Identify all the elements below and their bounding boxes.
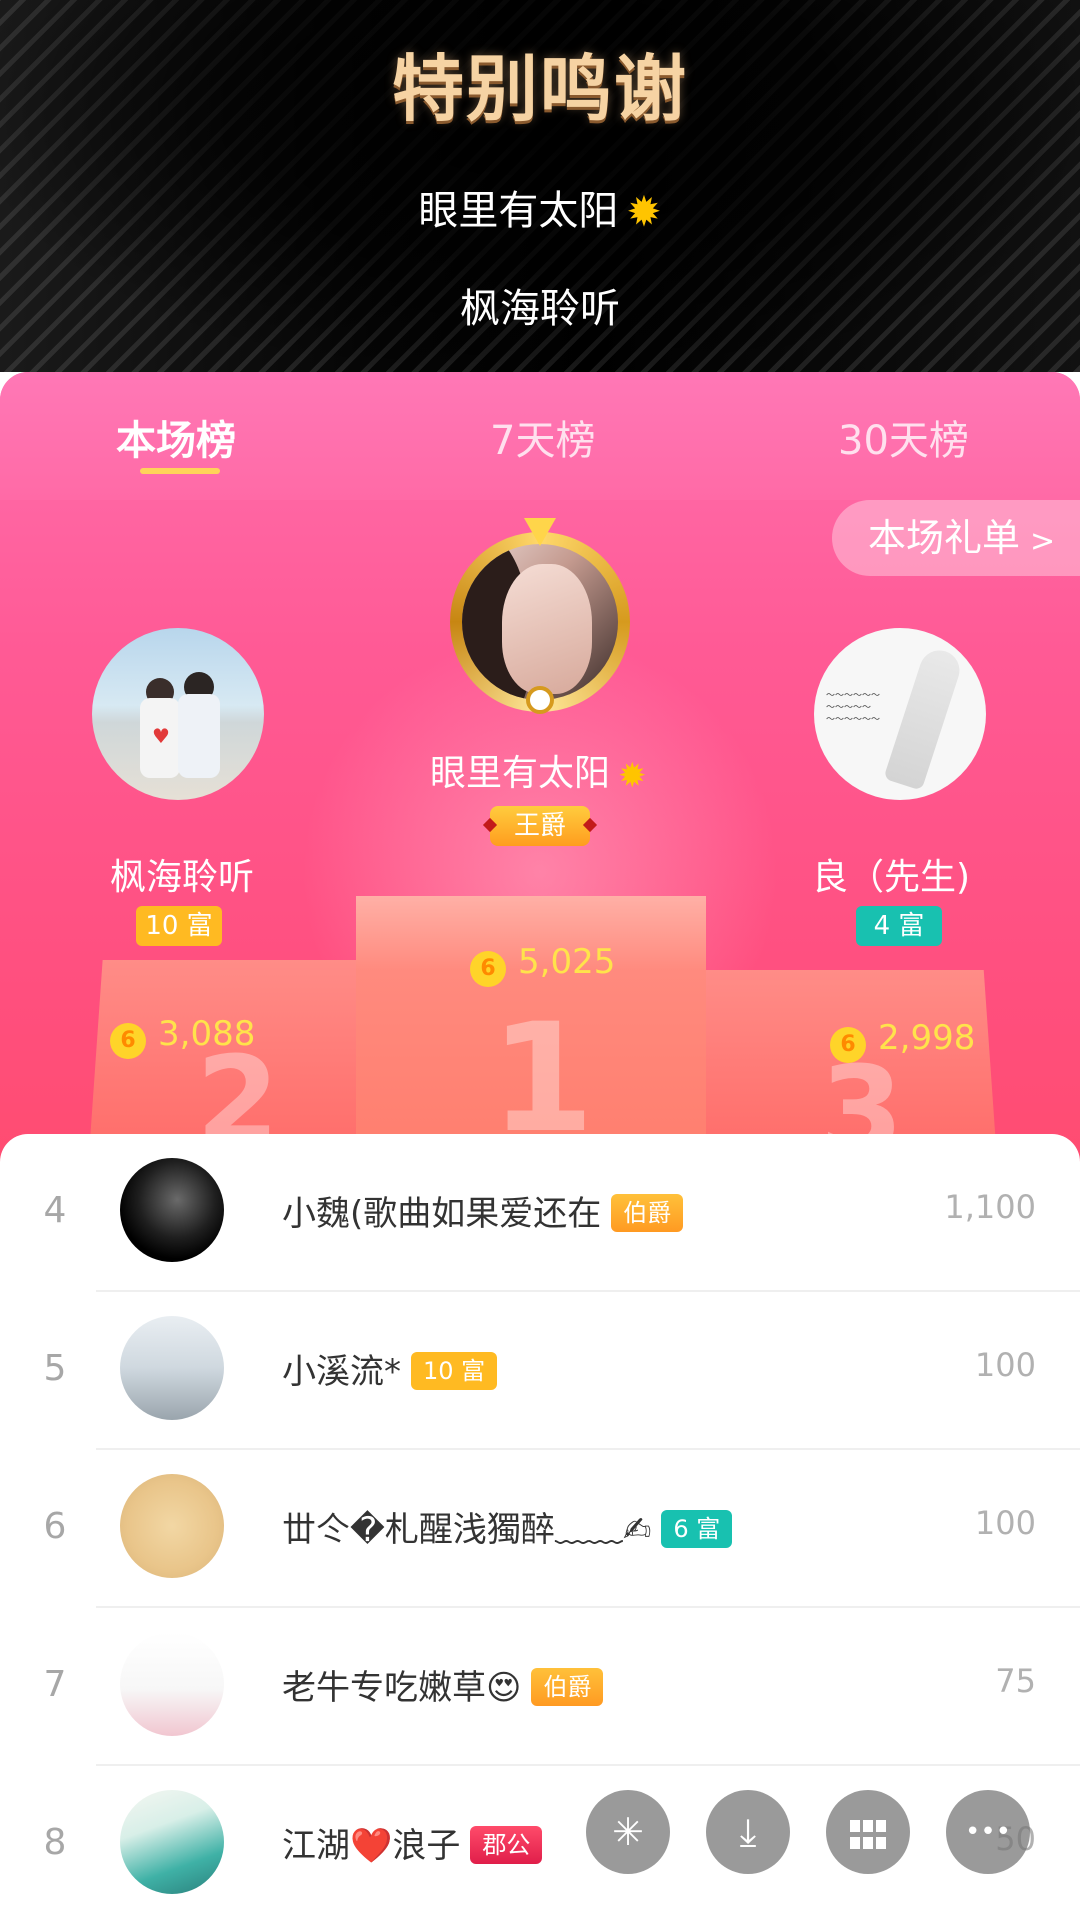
user-badge: 伯爵 bbox=[531, 1668, 604, 1706]
user-badge: 伯爵 bbox=[611, 1194, 684, 1232]
third-place-score-value: 2,998 bbox=[878, 1018, 976, 1058]
user-badge: 6 富 bbox=[661, 1510, 733, 1548]
chevron-right-icon: > bbox=[1030, 524, 1056, 559]
user-name-text: 江湖❤️浪子 bbox=[282, 1826, 461, 1866]
first-place-score-value: 5,025 bbox=[518, 942, 616, 982]
first-place-avatar-frame bbox=[450, 532, 630, 712]
user-score: 1,100 bbox=[944, 1188, 1036, 1226]
user-name: 小溪流* 10 富 bbox=[282, 1344, 498, 1393]
user-name: 小魏(歌曲如果爱还在 伯爵 bbox=[282, 1186, 684, 1235]
avatar-shape bbox=[178, 694, 220, 778]
ranking-list: 4 小魏(歌曲如果爱还在 伯爵 1,100 5 小溪流* 10 富 100 6 丗仒… bbox=[0, 1134, 1080, 1920]
avatar bbox=[120, 1158, 224, 1262]
more-icon: ••• bbox=[964, 1817, 1011, 1847]
user-name-text: 小魏(歌曲如果爱还在 bbox=[282, 1194, 602, 1234]
thanks-name-2: 枫海聆听 bbox=[460, 286, 620, 332]
list-item[interactable]: 5 小溪流* 10 富 100 bbox=[0, 1292, 1080, 1450]
second-place-score: 6 3,088 bbox=[110, 1014, 255, 1059]
more-button[interactable]: ••• bbox=[946, 1790, 1030, 1874]
coin-icon: 6 bbox=[470, 951, 506, 987]
download-icon: ⤓ bbox=[739, 1810, 757, 1854]
avatar-caption-texture: ～～～～～～ ～～～～～ ～～～～～～ bbox=[826, 691, 881, 725]
first-place-avatar bbox=[462, 544, 618, 700]
grid-menu-button[interactable] bbox=[826, 1790, 910, 1874]
thanks-header: 特别鸣谢 眼里有太阳 ✹ 枫海聆听 bbox=[0, 0, 1080, 372]
avatar bbox=[120, 1316, 224, 1420]
user-name: 江湖❤️浪子 郡公 bbox=[282, 1818, 543, 1867]
thanks-name-1: 眼里有太阳 ✹ bbox=[0, 178, 1080, 236]
user-score: 75 bbox=[995, 1662, 1036, 1700]
sun-icon: ✹ bbox=[618, 756, 647, 796]
avatar-face-shape bbox=[502, 564, 592, 694]
user-score: 100 bbox=[974, 1504, 1036, 1542]
first-place-badge: 王爵 bbox=[490, 806, 590, 846]
list-item[interactable]: 4 小魏(歌曲如果爱还在 伯爵 1,100 bbox=[0, 1134, 1080, 1292]
third-place-avatar: ～～～～～～ ～～～～～ ～～～～～～ bbox=[814, 628, 986, 800]
thanks-title: 特别鸣谢 bbox=[391, 47, 688, 131]
user-name: 丗仒�札醒浅獨醉﹏﹏✍ 6 富 bbox=[282, 1502, 733, 1551]
second-place-avatar: ♥ bbox=[92, 628, 264, 800]
user-name-text: 丗仒�札醒浅獨醉﹏﹏✍ bbox=[282, 1510, 652, 1550]
rank-number: 6 bbox=[43, 1506, 67, 1547]
frame-gem-icon bbox=[526, 686, 554, 714]
first-place-name-text: 眼里有太阳 bbox=[430, 753, 611, 794]
second-place-badge: 10 富 bbox=[136, 906, 222, 946]
ranking-tabs: 本场榜 7天榜 30天榜 bbox=[0, 372, 1080, 500]
thanks-name-1-text: 眼里有太阳 bbox=[418, 188, 619, 234]
first-place-score: 6 5,025 bbox=[470, 942, 615, 987]
active-tab-indicator bbox=[140, 468, 220, 474]
tab-30-days[interactable]: 30天榜 bbox=[838, 408, 969, 466]
coin-icon: 6 bbox=[110, 1023, 146, 1059]
avatar bbox=[120, 1790, 224, 1894]
share-button[interactable]: ✳ bbox=[586, 1790, 670, 1874]
user-name: 老牛专吃嫩草😍 伯爵 bbox=[282, 1660, 604, 1709]
list-item[interactable]: 6 丗仒�札醒浅獨醉﹏﹏✍ 6 富 100 bbox=[0, 1450, 1080, 1608]
gift-list-label: 本场礼单 bbox=[868, 516, 1021, 560]
tab-this-session[interactable]: 本场榜 bbox=[116, 408, 236, 466]
tab-7-days[interactable]: 7天榜 bbox=[490, 408, 595, 466]
rank-number: 4 bbox=[43, 1190, 67, 1231]
avatar bbox=[120, 1474, 224, 1578]
rank-number: 8 bbox=[43, 1822, 67, 1863]
sun-icon: ✹ bbox=[626, 187, 662, 236]
second-place-name: 枫海聆听 bbox=[110, 857, 255, 898]
share-icon: ✳ bbox=[612, 1810, 644, 1854]
user-score: 100 bbox=[974, 1346, 1036, 1384]
first-place-name: 眼里有太阳 ✹ bbox=[430, 744, 647, 796]
coin-icon: 6 bbox=[830, 1027, 866, 1063]
gift-list-button[interactable]: 本场礼单 > bbox=[832, 500, 1080, 576]
download-button[interactable]: ⤓ bbox=[706, 1790, 790, 1874]
avatar bbox=[120, 1632, 224, 1736]
rank-number: 7 bbox=[43, 1664, 67, 1705]
grid-icon bbox=[850, 1819, 886, 1850]
list-item[interactable]: 8 江湖❤️浪子郡公 50 bbox=[0, 1766, 1080, 1924]
user-name-text: 老牛专吃嫩草😍 bbox=[282, 1668, 522, 1708]
user-badge: 郡公 bbox=[470, 1826, 543, 1864]
second-place-score-value: 3,088 bbox=[158, 1014, 256, 1054]
third-place-name: 良（先生) bbox=[812, 857, 971, 898]
list-item[interactable]: 7 老牛专吃嫩草😍 伯爵 75 bbox=[0, 1608, 1080, 1766]
user-name-text: 小溪流* bbox=[282, 1352, 401, 1392]
third-place-score: 6 2,998 bbox=[830, 1018, 975, 1063]
heart-icon: ♥ bbox=[152, 724, 170, 748]
rank-number: 5 bbox=[43, 1348, 67, 1389]
third-place-badge: 4 富 bbox=[856, 906, 942, 946]
user-badge: 10 富 bbox=[411, 1352, 498, 1390]
